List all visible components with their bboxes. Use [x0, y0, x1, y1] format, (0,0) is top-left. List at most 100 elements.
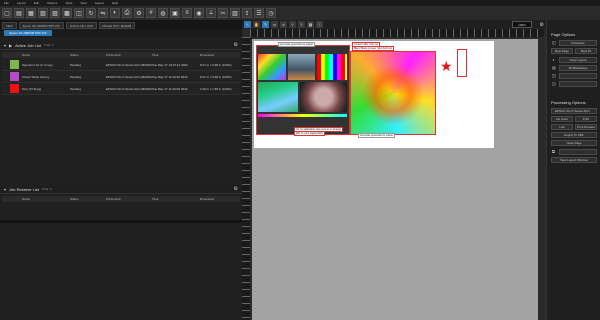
snap-tool-icon[interactable]: ⊹	[289, 21, 296, 28]
tab-horsin[interactable]: HOrsin HD / CMI	[66, 22, 97, 29]
best-page-button[interactable]: Best Page	[551, 48, 573, 54]
col-dimension[interactable]: Dimension	[200, 197, 214, 201]
annotation-kin: KIN on print digital AIDS	[294, 131, 325, 136]
active-printer-tab[interactable]: Epson SC-S80600 MTF P/F	[4, 30, 52, 36]
grid-icon[interactable]: #	[146, 8, 156, 18]
col-status[interactable]: Status	[70, 53, 79, 57]
pane-splitter[interactable]	[0, 220, 242, 223]
cell-dim: 8.27 in x 5.98 in (100%)	[200, 63, 232, 67]
copies-field[interactable]	[559, 149, 597, 155]
zoom-select[interactable]: 100%	[512, 21, 532, 28]
new-layout-window-button[interactable]: New Layout Window	[551, 157, 597, 163]
pen-tool-icon[interactable]: ✎	[262, 21, 269, 28]
menu-help[interactable]: Help	[112, 1, 118, 5]
col-dimension[interactable]: Dimension	[200, 53, 214, 57]
page-option-field-2[interactable]	[559, 81, 597, 87]
cut-icon[interactable]: ✂	[218, 8, 228, 18]
menu-view[interactable]: View	[80, 1, 86, 5]
play-icon[interactable]: ▶	[9, 43, 12, 48]
crop-icon[interactable]: ◫	[74, 8, 84, 18]
print-button[interactable]: Print	[575, 116, 597, 122]
red-star-image[interactable]: ★	[440, 59, 454, 73]
align-tool-icon[interactable]: ≡	[298, 21, 305, 28]
menu-options[interactable]: Options	[47, 1, 57, 5]
layers-icon[interactable]: ▨	[50, 8, 60, 18]
color-icon[interactable]: ◐	[110, 8, 120, 18]
settings-icon[interactable]: ⚙	[134, 8, 144, 18]
blanksheet-button[interactable]: All Blanksheet	[559, 65, 597, 71]
open-file-icon[interactable]: ▤	[14, 8, 24, 18]
pan-tool-icon[interactable]: ✋	[253, 21, 260, 28]
fit-center-button[interactable]: Fit/Center	[559, 40, 597, 46]
list-icon[interactable]: ☰	[254, 8, 264, 18]
tile-icon[interactable]: ▣	[170, 8, 180, 18]
grid-tool-icon[interactable]: #	[280, 21, 287, 28]
table-row[interactable]: Clover White w/copy Pending EPSON SC-S Ser…	[2, 71, 240, 83]
printer-select[interactable]: EPSON SC-S Series Film	[551, 108, 597, 114]
menu-tools[interactable]: Tools	[65, 1, 72, 5]
active-list-gear-icon[interactable]: ⚙	[234, 42, 238, 48]
export-pdf-button[interactable]: Export To PDF	[551, 132, 597, 138]
col-time[interactable]: Time	[152, 53, 159, 57]
print-icon[interactable]: ⎙	[122, 8, 132, 18]
measure-icon[interactable]: ⟂	[206, 8, 216, 18]
cell-name: Spectrum Art w/ 4 copy	[22, 63, 53, 67]
tab-mimaki[interactable]: Mimaki JFX / MultiHB	[98, 22, 136, 29]
mirror-icon[interactable]: ⇋	[98, 8, 108, 18]
add-file-icon[interactable]: ▦	[26, 8, 36, 18]
col-printer[interactable]: Printer/Job	[106, 53, 121, 57]
col-printer[interactable]: Printer/Job	[106, 197, 121, 201]
cell-status: Pending	[70, 87, 82, 91]
processing-options-label: Processing Options	[551, 99, 586, 105]
col-name[interactable]: Name	[22, 53, 30, 57]
col-name[interactable]: Name	[22, 197, 30, 201]
star-label-box[interactable]	[457, 49, 467, 77]
collage-image[interactable]	[256, 45, 350, 135]
clear-page-button[interactable]: Clear Page	[551, 140, 597, 146]
folder-icon[interactable]: ▩	[62, 8, 72, 18]
duplicate-icon[interactable]: ▧	[38, 8, 48, 18]
collapse-icon[interactable]: ▾	[4, 187, 6, 192]
canvas-toolbar: ↖ ✋ ✎ ▭ # ⊹ ≡ ▦ ⓘ 100% ⚙	[242, 20, 548, 29]
clock-icon[interactable]: ◷	[266, 8, 276, 18]
table-row[interactable]: Spectrum Art w/ 4 copy Pending EPSON SC-S …	[2, 59, 240, 71]
menu-edit[interactable]: Edit	[34, 1, 39, 5]
active-job-list-header: ▾ ▶ Active Job List Total: 3 ⚙	[0, 41, 242, 50]
tab-epson[interactable]: Epson SC-S80600 MTF P/F	[18, 22, 65, 29]
rotate-icon[interactable]: ↻	[86, 8, 96, 18]
ink-color-button[interactable]: Ink Color	[551, 116, 573, 122]
info-tool-icon[interactable]: ⓘ	[316, 21, 323, 28]
color-icon: ◑	[552, 57, 555, 62]
palette-icon[interactable]: ◉	[194, 8, 204, 18]
job-thumbnail	[10, 84, 19, 93]
align-icon[interactable]: ≡	[182, 8, 192, 18]
rect-tool-icon[interactable]: ▭	[271, 21, 278, 28]
table-row[interactable]: Test_ST-M.jpg Pending EPSON SC-S Series Fi…	[2, 83, 240, 95]
canvas-gear-icon[interactable]: ⚙	[540, 22, 544, 28]
menu-layout[interactable]: Layout	[17, 1, 26, 5]
layout-icon[interactable]: ▥	[230, 8, 240, 18]
processing-options-title: Processing Options	[547, 98, 600, 106]
export-icon[interactable]: ⇪	[242, 8, 252, 18]
color-layout-button[interactable]: Color Layout	[559, 57, 597, 63]
link-button[interactable]: Link	[551, 124, 573, 130]
best-fit-button[interactable]: Best Fit	[575, 48, 597, 54]
nest-tool-icon[interactable]: ▦	[307, 21, 314, 28]
menu-layout2[interactable]: Layout	[95, 1, 104, 5]
col-status[interactable]: Status	[70, 197, 79, 201]
collage-tile-swatches	[317, 54, 347, 80]
globe-icon[interactable]: ◍	[158, 8, 168, 18]
collage-tile-ring	[300, 82, 347, 112]
menu-file[interactable]: File	[4, 1, 9, 5]
print-preview-button[interactable]: Print Preview	[575, 124, 597, 130]
tab-filter[interactable]: Filter	[2, 22, 17, 29]
job-reserve-header: ▾ Job Reserve List Total: 0 ⚙	[0, 185, 242, 194]
col-time[interactable]: Time	[152, 197, 159, 201]
page-option-field-1[interactable]	[559, 73, 597, 79]
select-tool-icon[interactable]: ↖	[244, 21, 251, 28]
main-artwork-image[interactable]	[350, 51, 436, 135]
cell-time: Tue May 17 11:29:09 2022	[152, 87, 188, 91]
new-file-icon[interactable]: ▢	[2, 8, 12, 18]
reserve-list-gear-icon[interactable]: ⚙	[234, 186, 238, 192]
collapse-icon[interactable]: ▾	[4, 43, 6, 48]
